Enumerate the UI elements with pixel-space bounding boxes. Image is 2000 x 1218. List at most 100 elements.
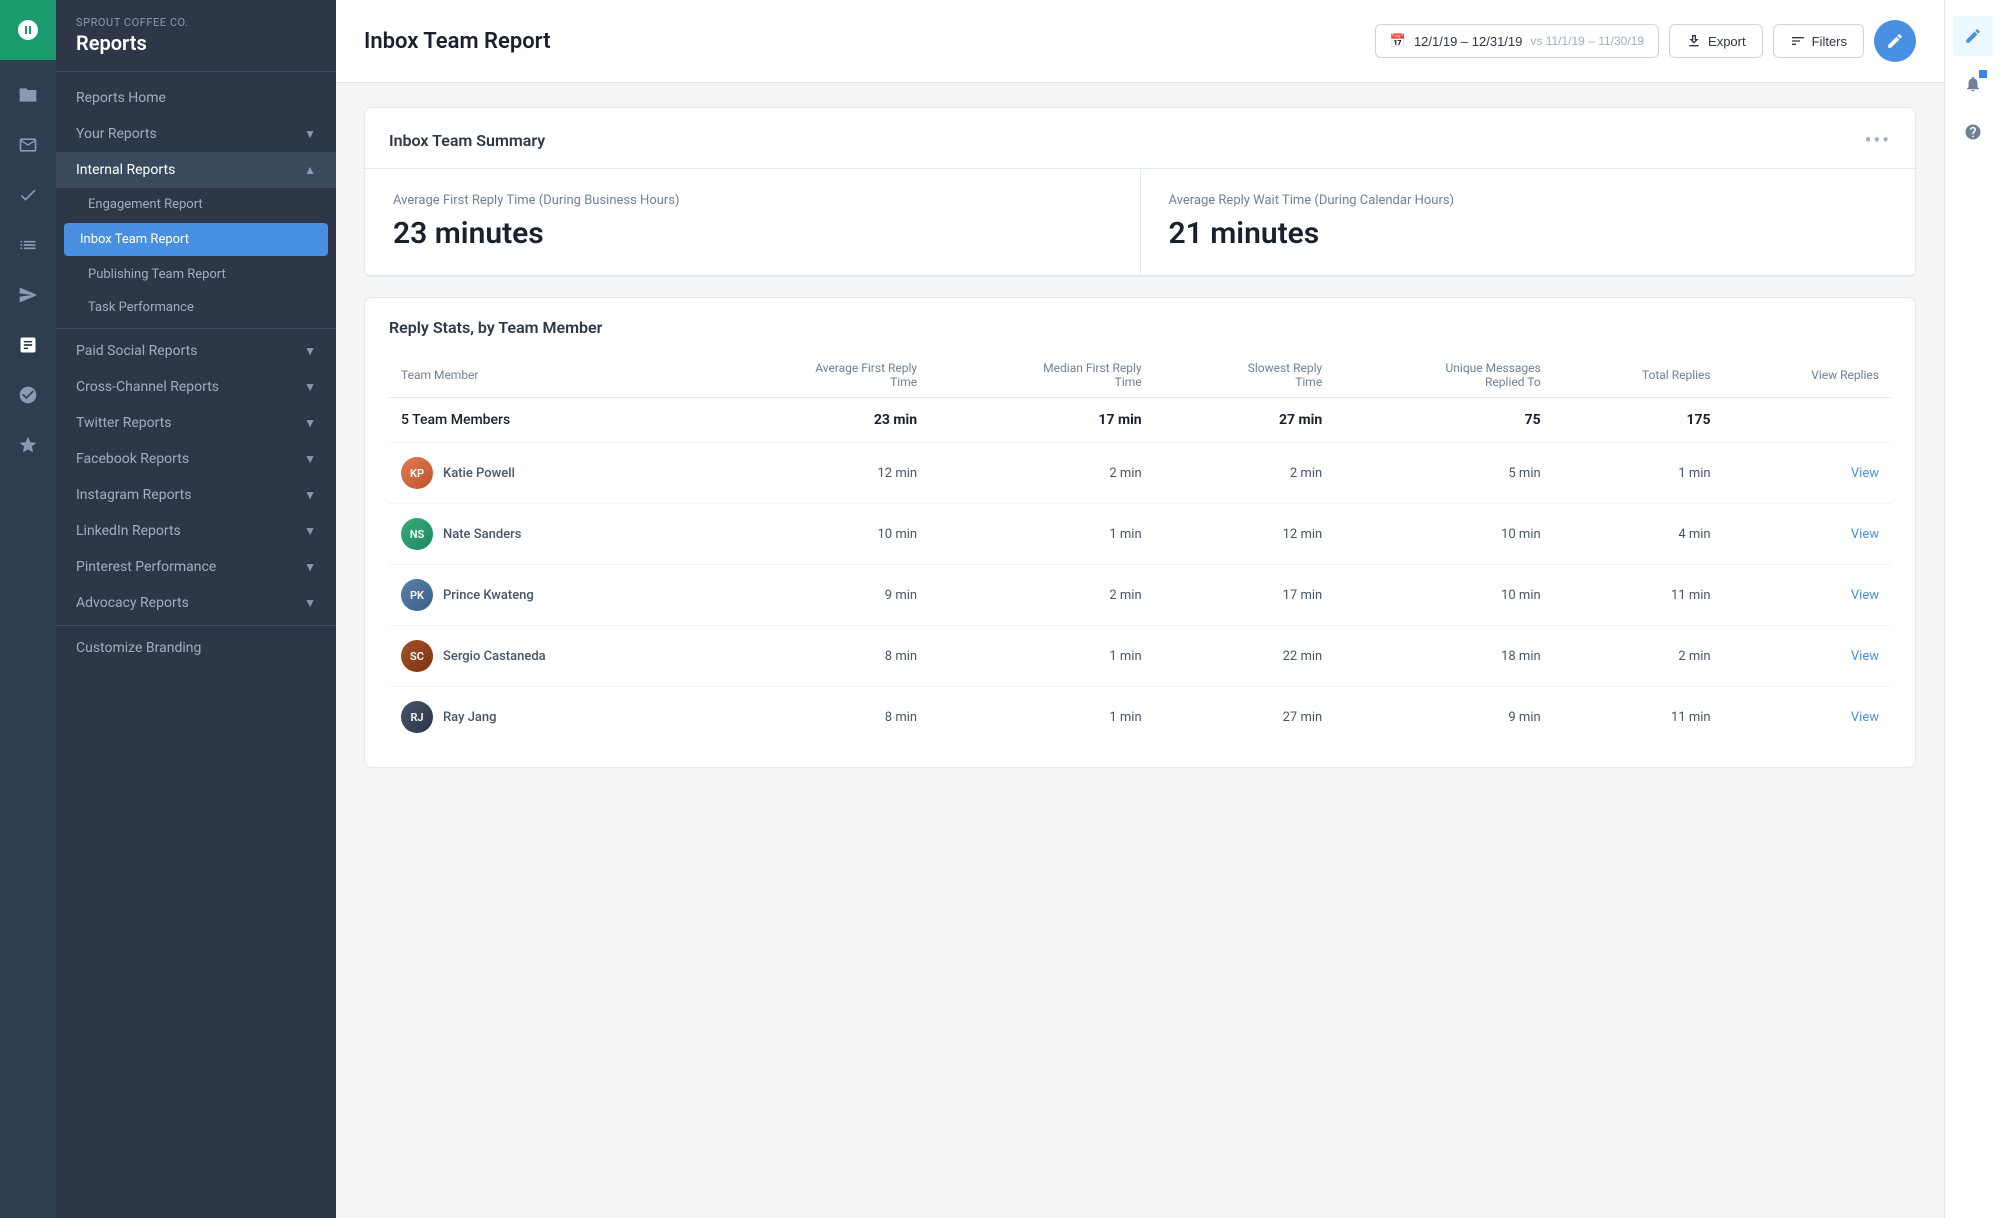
chevron-up-icon: ▲: [304, 163, 316, 177]
compose-button[interactable]: [1874, 20, 1916, 62]
nav-advocacy-label: Advocacy Reports: [76, 595, 189, 611]
avg-first-reply-cell: 12 min: [698, 443, 929, 504]
nav-icon-inbox[interactable]: [0, 120, 56, 170]
nav-twitter-label: Twitter Reports: [76, 415, 171, 431]
nav-facebook[interactable]: Facebook Reports ▼: [56, 441, 336, 477]
slowest-reply-cell: 17 min: [1154, 565, 1335, 626]
member-cell: SC Sergio Castaneda: [389, 626, 698, 687]
median-first-reply-cell: 1 min: [929, 504, 1154, 565]
nav-reports-home[interactable]: Reports Home: [56, 80, 336, 116]
nav-inbox-team-report[interactable]: Inbox Team Report: [64, 223, 328, 256]
stat-first-reply-label: Average First Reply Time (During Busines…: [393, 193, 1112, 208]
nav-your-reports[interactable]: Your Reports ▼: [56, 116, 336, 152]
chevron-down-icon: ▼: [304, 127, 316, 141]
app-logo[interactable]: [0, 0, 56, 60]
summary-card-header: Inbox Team Summary •••: [365, 108, 1915, 169]
export-button[interactable]: Export: [1669, 24, 1763, 58]
nav-instagram[interactable]: Instagram Reports ▼: [56, 477, 336, 513]
nav-customize-branding[interactable]: Customize Branding: [56, 630, 336, 666]
stat-wait-time-value: 21 minutes: [1169, 216, 1888, 251]
nav-publishing-team-report[interactable]: Publishing Team Report: [56, 258, 336, 291]
unique-messages-cell: 10 min: [1334, 565, 1552, 626]
right-bar-edit-icon[interactable]: [1953, 16, 1993, 56]
section-title: Reports: [76, 31, 316, 55]
view-link-cell[interactable]: View: [1723, 504, 1891, 565]
nav-icon-reports[interactable]: [0, 320, 56, 370]
view-link-cell[interactable]: View: [1723, 443, 1891, 504]
sidebar-header: Sprout Coffee Co. Reports: [56, 0, 336, 72]
member-name: Prince Kwateng: [443, 588, 534, 603]
view-link-cell[interactable]: View: [1723, 565, 1891, 626]
nav-icon-list[interactable]: [0, 220, 56, 270]
summary-avg-first-reply: 23 min: [698, 398, 929, 443]
nav-linkedin-label: LinkedIn Reports: [76, 523, 181, 539]
view-link-cell[interactable]: View: [1723, 687, 1891, 748]
total-replies-cell: 4 min: [1553, 504, 1723, 565]
nav-your-reports-label: Your Reports: [76, 126, 157, 142]
right-bar-help-icon[interactable]: [1953, 112, 1993, 152]
nav-engagement-report[interactable]: Engagement Report: [56, 188, 336, 221]
nav-icon-star[interactable]: [0, 420, 56, 470]
nav-icon-send[interactable]: [0, 270, 56, 320]
nav-advocacy[interactable]: Advocacy Reports ▼: [56, 585, 336, 621]
nav-task-performance[interactable]: Task Performance: [56, 291, 336, 324]
export-label: Export: [1708, 34, 1746, 49]
chevron-down-icon-cross: ▼: [304, 380, 316, 394]
table-header-row: Team Member Average First ReplyTime Medi…: [389, 353, 1891, 398]
view-replies-link[interactable]: View: [1851, 466, 1879, 481]
right-bar-notification-icon[interactable]: [1953, 64, 1993, 104]
summary-slowest-reply: 27 min: [1154, 398, 1335, 443]
col-total-replies: Total Replies: [1553, 353, 1723, 398]
nav-twitter[interactable]: Twitter Reports ▼: [56, 405, 336, 441]
table-card: Reply Stats, by Team Member Team Member …: [364, 297, 1916, 768]
col-member: Team Member: [389, 353, 698, 398]
date-range-button[interactable]: 📅 12/1/19 – 12/31/19 vs 11/1/19 – 11/30/…: [1375, 24, 1659, 58]
table-row: PK Prince Kwateng 9 min 2 min 17 min 10 …: [389, 565, 1891, 626]
reply-stats-table: Team Member Average First ReplyTime Medi…: [389, 353, 1891, 747]
member-cell: PK Prince Kwateng: [389, 565, 698, 626]
nav-pinterest-label: Pinterest Performance: [76, 559, 216, 575]
avg-first-reply-cell: 8 min: [698, 687, 929, 748]
main-content: Inbox Team Report 📅 12/1/19 – 12/31/19 v…: [336, 0, 1944, 1218]
member-name: Nate Sanders: [443, 527, 521, 542]
view-replies-link[interactable]: View: [1851, 527, 1879, 542]
content-area: Inbox Team Summary ••• Average First Rep…: [336, 83, 1944, 1218]
avg-first-reply-cell: 10 min: [698, 504, 929, 565]
nav-icon-people[interactable]: [0, 370, 56, 420]
member-name: Sergio Castaneda: [443, 649, 546, 664]
median-first-reply-cell: 2 min: [929, 565, 1154, 626]
member-name: Katie Powell: [443, 466, 515, 481]
header-controls: 📅 12/1/19 – 12/31/19 vs 11/1/19 – 11/30/…: [1375, 20, 1916, 62]
notification-badge: [1979, 70, 1987, 78]
col-slowest-reply: Slowest ReplyTime: [1154, 353, 1335, 398]
nav-inbox-team-label: Inbox Team Report: [80, 232, 189, 247]
nav-internal-reports[interactable]: Internal Reports ▲: [56, 152, 336, 188]
avg-first-reply-cell: 9 min: [698, 565, 929, 626]
view-replies-link[interactable]: View: [1851, 710, 1879, 725]
card-menu-button[interactable]: •••: [1865, 128, 1891, 152]
avg-first-reply-cell: 8 min: [698, 626, 929, 687]
summary-member-count: 5 Team Members: [389, 398, 698, 443]
table-section: Reply Stats, by Team Member Team Member …: [365, 298, 1915, 767]
median-first-reply-cell: 2 min: [929, 443, 1154, 504]
view-replies-link[interactable]: View: [1851, 588, 1879, 603]
nav-icon-tasks[interactable]: [0, 170, 56, 220]
view-link-cell[interactable]: View: [1723, 626, 1891, 687]
nav-paid-social[interactable]: Paid Social Reports ▼: [56, 333, 336, 369]
summary-median-first-reply: 17 min: [929, 398, 1154, 443]
member-cell: RJ Ray Jang: [389, 687, 698, 748]
summary-view-replies: [1723, 398, 1891, 443]
nav-pinterest[interactable]: Pinterest Performance ▼: [56, 549, 336, 585]
company-name: Sprout Coffee Co.: [76, 16, 316, 29]
nav-icon-folder[interactable]: [0, 70, 56, 120]
nav-customize-label: Customize Branding: [76, 640, 201, 656]
nav-instagram-label: Instagram Reports: [76, 487, 191, 503]
median-first-reply-cell: 1 min: [929, 626, 1154, 687]
summary-stats: Average First Reply Time (During Busines…: [365, 169, 1915, 276]
total-replies-cell: 11 min: [1553, 687, 1723, 748]
nav-linkedin[interactable]: LinkedIn Reports ▼: [56, 513, 336, 549]
view-replies-link[interactable]: View: [1851, 649, 1879, 664]
filters-button[interactable]: Filters: [1773, 24, 1864, 58]
nav-cross-channel[interactable]: Cross-Channel Reports ▼: [56, 369, 336, 405]
main-header: Inbox Team Report 📅 12/1/19 – 12/31/19 v…: [336, 0, 1944, 83]
